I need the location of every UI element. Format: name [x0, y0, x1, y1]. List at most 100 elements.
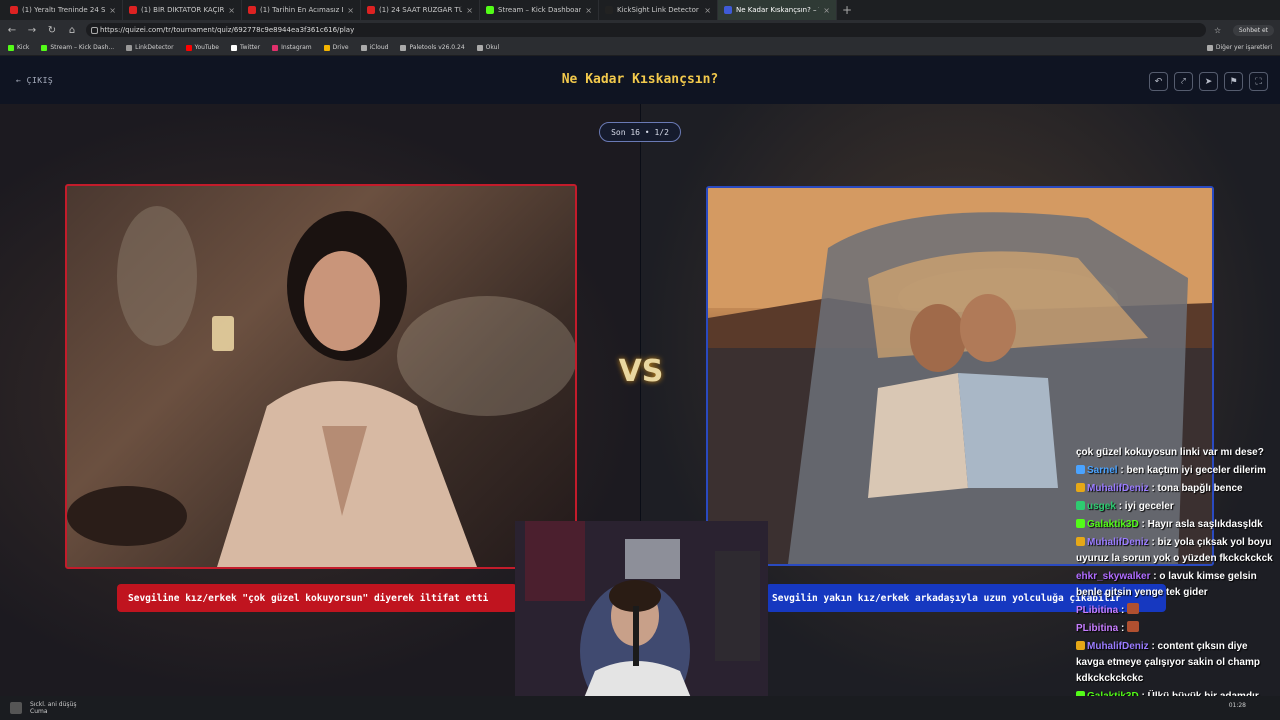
new-tab-button[interactable]: + — [837, 3, 857, 17]
bookmark-item[interactable]: Paletools v26.0.24 — [400, 44, 465, 51]
header-actions: ↶ ⤤ ➤ ⚑ ⛶ — [1149, 72, 1268, 91]
bookmark-icon — [41, 44, 48, 51]
badge-icon — [1076, 483, 1085, 492]
bookmark-label: Kick — [17, 44, 30, 51]
bookmark-label: iCloud — [369, 44, 389, 51]
bookmark-item[interactable]: Stream – Kick Dash... — [41, 44, 114, 51]
chat-username: MuhalifDeniz — [1087, 483, 1149, 494]
x-twitter-icon — [230, 44, 237, 51]
bookmark-item[interactable]: Instagram — [272, 44, 312, 51]
bookmark-label: YouTube — [194, 44, 219, 51]
close-icon[interactable]: × — [228, 6, 235, 15]
other-bookmarks-label: Diğer yer işaretleri — [1215, 44, 1272, 51]
bookmark-star-icon[interactable]: ☆ — [1214, 26, 1221, 35]
badge-icon — [1076, 641, 1085, 650]
address-bar-row: ← → ↻ ⌂ https://quizei.com/tr/tournament… — [0, 20, 1280, 40]
left-option-caption[interactable]: Sevgiline kız/erkek "çok güzel kokuyorsu… — [117, 584, 517, 612]
stream-chat-overlay: çok güzel kokuyosun linki var mı dese? S… — [1072, 444, 1280, 720]
chat-username: Sarnel — [1087, 465, 1118, 476]
bookmark-icon — [8, 44, 14, 51]
browser-tab[interactable]: (1) Tarihin En Acımasız Diktatör Ölü × — [242, 0, 361, 20]
bookmark-icon — [126, 44, 133, 51]
bookmark-item[interactable]: LinkDetector — [126, 44, 174, 51]
close-icon[interactable]: × — [823, 6, 830, 15]
close-icon[interactable]: × — [466, 6, 473, 15]
bookmark-label: Drive — [332, 44, 349, 51]
chat-message: MuhalifDeniz : tona bapğlı bence — [1072, 480, 1280, 498]
browser-tab-active[interactable]: Ne Kadar Kıskançsın? – Tier List, Kı × — [718, 0, 837, 20]
youtube-icon — [248, 6, 256, 14]
reload-icon[interactable]: ↻ — [46, 25, 58, 36]
chat-message: Galaktik3D : Hayır asla saşlıkdasşldk — [1072, 516, 1280, 534]
bookmark-label: Okul — [485, 44, 500, 51]
bookmark-label: Paletools v26.0.24 — [409, 44, 465, 51]
drive-icon — [323, 44, 330, 51]
taskbar-clock[interactable]: 01:28 — [1229, 702, 1246, 709]
bookmark-item[interactable]: Twitter — [230, 44, 260, 51]
bookmark-item[interactable]: Kick — [8, 44, 29, 51]
browser-tab[interactable]: Stream – Kick Dashboard × — [480, 0, 599, 20]
other-bookmarks[interactable]: Diğer yer işaretleri — [1206, 44, 1272, 51]
quizei-icon — [724, 6, 732, 14]
forward-icon[interactable]: → — [26, 25, 38, 36]
flag-icon[interactable]: ⚑ — [1224, 72, 1243, 91]
undo-icon[interactable]: ↶ — [1149, 72, 1168, 91]
bookmark-item[interactable]: YouTube — [185, 44, 219, 51]
tab-title: Ne Kadar Kıskançsın? – Tier List, Kı — [736, 6, 819, 14]
close-icon[interactable]: × — [109, 6, 116, 15]
instagram-icon — [272, 44, 279, 51]
weather-text: Sıckl. ani düşüş — [30, 701, 77, 708]
url-field[interactable]: https://quizei.com/tr/tournament/quiz/69… — [86, 23, 1206, 37]
quiz-title: Ne Kadar Kıskançsın? — [561, 72, 719, 87]
badge-icon — [1076, 465, 1085, 474]
youtube-icon — [367, 6, 375, 14]
folder-icon — [476, 44, 483, 51]
chat-username: ehkr_skywalker — [1076, 571, 1151, 582]
home-icon[interactable]: ⌂ — [66, 25, 78, 36]
chat-text: : — [1121, 605, 1125, 616]
globe-icon — [400, 44, 407, 51]
browser-tab[interactable]: (1) Yeraltı Treninde 24 Saat Hayatt× — [4, 0, 123, 20]
quiz-header: ← ÇIKIŞ Ne Kadar Kıskançsın? ↶ ⤤ ➤ ⚑ ⛶ — [0, 56, 1280, 104]
fullscreen-icon[interactable]: ⛶ — [1249, 72, 1268, 91]
share-icon[interactable]: ⤤ — [1174, 72, 1193, 91]
os-taskbar: Sıckl. ani düşüş Cuma — [0, 696, 1280, 720]
bookmark-label: LinkDetector — [135, 44, 174, 51]
chat-username: Galaktik3D — [1087, 519, 1139, 530]
profile-button[interactable]: Sohbet et — [1232, 24, 1274, 36]
weather-widget[interactable]: Sıckl. ani düşüş Cuma — [30, 701, 76, 715]
browser-tab[interactable]: (1) BİR DİKTATÖR KAÇIRILIRSA NE× — [123, 0, 242, 20]
weather-icon — [10, 702, 22, 714]
browser-tab[interactable]: (1) 24 SAAT RÜZGAR TÜRBİNİNDE × — [361, 0, 480, 20]
left-option-image[interactable] — [65, 184, 577, 569]
chat-message: PLibitina : — [1072, 620, 1280, 638]
badge-icon — [1076, 537, 1085, 546]
chat-message: MuhalifDeniz : content çıksın diye kavga… — [1072, 638, 1280, 688]
close-icon[interactable]: × — [704, 6, 711, 15]
bookmark-label: Instagram — [281, 44, 312, 51]
close-icon[interactable]: × — [347, 6, 354, 15]
youtube-icon — [10, 6, 18, 14]
kick-icon — [486, 6, 494, 14]
emote-icon — [1127, 603, 1140, 614]
youtube-icon — [185, 44, 192, 51]
close-icon[interactable]: × — [585, 6, 592, 15]
back-icon[interactable]: ← — [6, 25, 18, 36]
bookmark-item[interactable]: iCloud — [360, 44, 389, 51]
chat-text: : Hayır asla saşlıkdasşldk — [1141, 519, 1263, 530]
bookmarks-bar: Kick Stream – Kick Dash... LinkDetector … — [0, 40, 1280, 56]
chat-username: MuhalifDeniz — [1087, 537, 1149, 548]
send-icon[interactable]: ➤ — [1199, 72, 1218, 91]
chat-text: : iyi geceler — [1118, 501, 1174, 512]
tab-title: (1) Yeraltı Treninde 24 Saat Hayatt — [22, 6, 106, 14]
browser-tab[interactable]: KickSight Link Detector × — [599, 0, 718, 20]
weather-day: Cuma — [30, 708, 48, 715]
chat-text: : ben kaçtım iyi geceler dilerim — [1120, 465, 1266, 476]
bookmark-item[interactable]: Okul — [476, 44, 500, 51]
folder-icon — [1206, 44, 1213, 51]
badge-icon — [1076, 519, 1085, 528]
tab-title: KickSight Link Detector — [617, 6, 699, 14]
tab-title: (1) BİR DİKTATÖR KAÇIRILIRSA NE — [141, 6, 225, 14]
bookmark-item[interactable]: Drive — [323, 44, 349, 51]
chat-text: çok güzel kokuyosun linki var mı dese? — [1076, 447, 1264, 458]
